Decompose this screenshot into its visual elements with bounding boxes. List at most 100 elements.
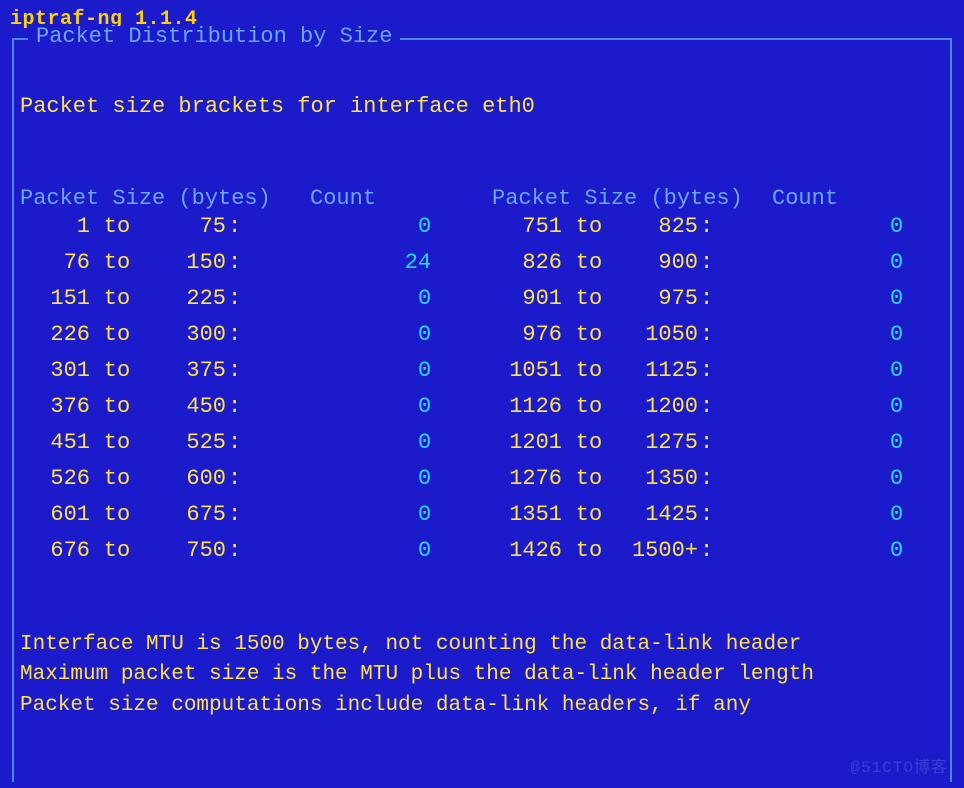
to-word: to [562, 288, 616, 310]
panel-frame: Packet Distribution by Size Packet size … [12, 38, 952, 782]
to-word: to [90, 504, 144, 526]
bracket-from: 76 [20, 252, 90, 274]
brackets-col-right: 751to825:0826to900:0901to975:0976to1050:… [492, 216, 922, 570]
bracket-to: 450 [144, 396, 226, 418]
bracket-from: 526 [20, 468, 90, 490]
footer-line-3: Packet size computations include data-li… [20, 691, 944, 721]
bracket-count: 0 [241, 396, 431, 418]
bracket-count: 24 [241, 252, 431, 274]
bracket-count: 0 [241, 540, 431, 562]
colon: : [698, 432, 713, 454]
bracket-count: 0 [713, 216, 903, 238]
bracket-to: 1050 [616, 324, 698, 346]
to-word: to [562, 540, 616, 562]
colon: : [226, 252, 241, 274]
bracket-count: 0 [713, 252, 903, 274]
colon: : [698, 360, 713, 382]
bracket-row: 451to525:0 [20, 432, 450, 462]
bracket-from: 1126 [492, 396, 562, 418]
bracket-row: 151to225:0 [20, 288, 450, 318]
colon: : [226, 504, 241, 526]
to-word: to [90, 216, 144, 238]
bracket-row: 1426to1500+:0 [492, 540, 922, 570]
bracket-range: 976to1050: [492, 324, 713, 346]
col-header-size-right: Packet Size (bytes) [492, 188, 772, 210]
colon: : [226, 216, 241, 238]
to-word: to [562, 324, 616, 346]
watermark: @51CTO博客 [850, 760, 948, 776]
bracket-to: 1200 [616, 396, 698, 418]
colon: : [698, 288, 713, 310]
bracket-to: 150 [144, 252, 226, 274]
bracket-from: 376 [20, 396, 90, 418]
bracket-count: 0 [241, 432, 431, 454]
bracket-row: 1to75:0 [20, 216, 450, 246]
bracket-row: 1201to1275:0 [492, 432, 922, 462]
bracket-count: 0 [241, 324, 431, 346]
bracket-range: 1351to1425: [492, 504, 713, 526]
colon: : [698, 396, 713, 418]
to-word: to [90, 432, 144, 454]
bracket-to: 1275 [616, 432, 698, 454]
colon: : [698, 468, 713, 490]
to-word: to [90, 252, 144, 274]
bracket-row: 826to900:0 [492, 252, 922, 282]
bracket-count: 0 [241, 468, 431, 490]
bracket-from: 601 [20, 504, 90, 526]
bracket-from: 451 [20, 432, 90, 454]
bracket-row: 1051to1125:0 [492, 360, 922, 390]
bracket-range: 1201to1275: [492, 432, 713, 454]
bracket-count: 0 [713, 432, 903, 454]
bracket-range: 601to675: [20, 504, 241, 526]
colon: : [226, 432, 241, 454]
bracket-range: 901to975: [492, 288, 713, 310]
colon: : [698, 504, 713, 526]
bracket-row: 301to375:0 [20, 360, 450, 390]
bracket-range: 76to150: [20, 252, 241, 274]
bracket-to: 75 [144, 216, 226, 238]
bracket-count: 0 [241, 360, 431, 382]
bracket-to: 975 [616, 288, 698, 310]
bracket-from: 1276 [492, 468, 562, 490]
bracket-range: 676to750: [20, 540, 241, 562]
colon: : [698, 540, 713, 562]
bracket-row: 976to1050:0 [492, 324, 922, 354]
bracket-range: 1051to1125: [492, 360, 713, 382]
bracket-from: 1201 [492, 432, 562, 454]
bracket-count: 0 [713, 468, 903, 490]
bracket-from: 1426 [492, 540, 562, 562]
bracket-row: 676to750:0 [20, 540, 450, 570]
bracket-range: 526to600: [20, 468, 241, 490]
bracket-row: 376to450:0 [20, 396, 450, 426]
to-word: to [90, 324, 144, 346]
bracket-range: 1126to1200: [492, 396, 713, 418]
bracket-range: 151to225: [20, 288, 241, 310]
bracket-row: 751to825:0 [492, 216, 922, 246]
to-word: to [562, 360, 616, 382]
colon: : [698, 324, 713, 346]
bracket-count: 0 [241, 216, 431, 238]
column-headers: Packet Size (bytes) Count Packet Size (b… [20, 188, 944, 216]
bracket-count: 0 [713, 360, 903, 382]
to-word: to [562, 252, 616, 274]
colon: : [226, 540, 241, 562]
col-header-size-left: Packet Size (bytes) [20, 188, 310, 210]
bracket-to: 525 [144, 432, 226, 454]
to-word: to [562, 504, 616, 526]
bracket-row: 76to150:24 [20, 252, 450, 282]
to-word: to [90, 540, 144, 562]
colon: : [226, 288, 241, 310]
bracket-to: 675 [144, 504, 226, 526]
bracket-to: 1350 [616, 468, 698, 490]
bracket-count: 0 [241, 504, 431, 526]
to-word: to [90, 396, 144, 418]
bracket-row: 526to600:0 [20, 468, 450, 498]
colon: : [226, 396, 241, 418]
to-word: to [562, 396, 616, 418]
bracket-range: 1to75: [20, 216, 241, 238]
bracket-row: 1351to1425:0 [492, 504, 922, 534]
bracket-count: 0 [713, 288, 903, 310]
bracket-row: 226to300:0 [20, 324, 450, 354]
bracket-from: 1051 [492, 360, 562, 382]
bracket-to: 1425 [616, 504, 698, 526]
